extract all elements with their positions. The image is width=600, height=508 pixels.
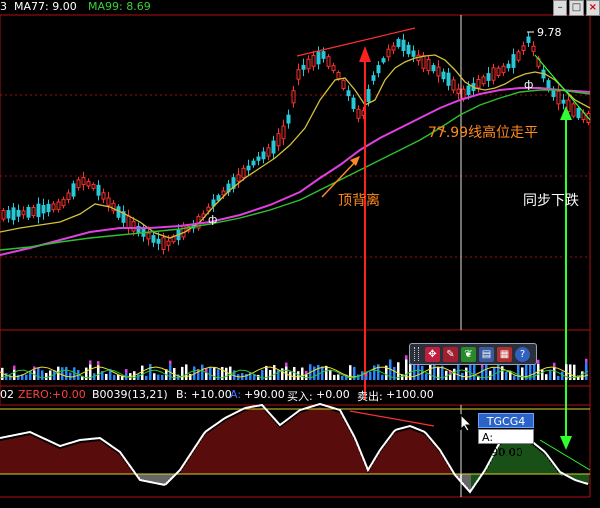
restore-icon[interactable]: □ — [569, 0, 584, 16]
floating-toolbar[interactable]: ✥ ✎ ❦ ▤ ▦ ? — [409, 343, 537, 365]
calendar-icon[interactable]: ▦ — [497, 346, 512, 362]
ma-prefix: 3 — [0, 0, 7, 13]
mouse-cursor-icon — [460, 414, 472, 432]
close-icon[interactable]: × — [585, 0, 600, 16]
candlesticks — [1, 32, 591, 255]
sync-fall-annotation: 同步下跌 — [523, 193, 579, 209]
ma-flat-annotation: 77.99线高位走平 — [428, 125, 539, 141]
b-label: B: — [176, 388, 188, 401]
pointer-icon[interactable]: ✥ — [425, 346, 440, 362]
indicator-value-tooltip: A: +90.00 — [478, 429, 534, 459]
b-value: +10.00 — [191, 388, 232, 401]
red-arrow-head — [359, 46, 371, 62]
top-divergence-annotation: 顶背离 — [338, 193, 380, 209]
sell-label: 卖出: — [357, 390, 383, 403]
stock-chart-window: ф ф 3 MA77: 9.00 MA99: 8.69 – □ × 9.78 顶… — [0, 0, 600, 508]
indicator-divergence-line — [349, 410, 435, 427]
window-controls: – □ × — [553, 0, 600, 16]
marker-cross-1: ф — [208, 213, 217, 226]
toolbar-grip[interactable] — [414, 347, 419, 361]
zero-value: +0.00 — [52, 388, 86, 401]
buy-label: 买入: — [287, 390, 313, 403]
green-arrow-head — [560, 436, 572, 450]
buy-value: +0.00 — [316, 388, 350, 401]
a-label: A: — [230, 388, 242, 401]
draw-icon[interactable]: ✎ — [443, 346, 458, 362]
sell-value: +100.00 — [386, 388, 434, 401]
chart-icon[interactable]: ▤ — [479, 346, 494, 362]
marker-cross-2: ф — [524, 78, 533, 91]
a-value: +90.00 — [244, 388, 285, 401]
ma-short-line — [0, 54, 591, 239]
ma77-line — [0, 87, 591, 256]
ma77-label: MA77: 9.00 — [14, 0, 77, 13]
help-icon[interactable]: ? — [515, 346, 530, 362]
zero-label: ZERO: — [18, 388, 53, 401]
b-formula: B0039(13,21) — [92, 388, 168, 401]
ma99-line — [0, 89, 591, 251]
peak-price-label: 9.78 — [537, 26, 562, 39]
indicator-prefix: 02 — [0, 388, 14, 401]
minimize-icon[interactable]: – — [553, 0, 568, 16]
indicator-name-tag: TGCG4 — [478, 413, 534, 428]
ma99-label: MA99: 8.69 — [88, 0, 151, 13]
leaf-icon[interactable]: ❦ — [461, 346, 476, 362]
